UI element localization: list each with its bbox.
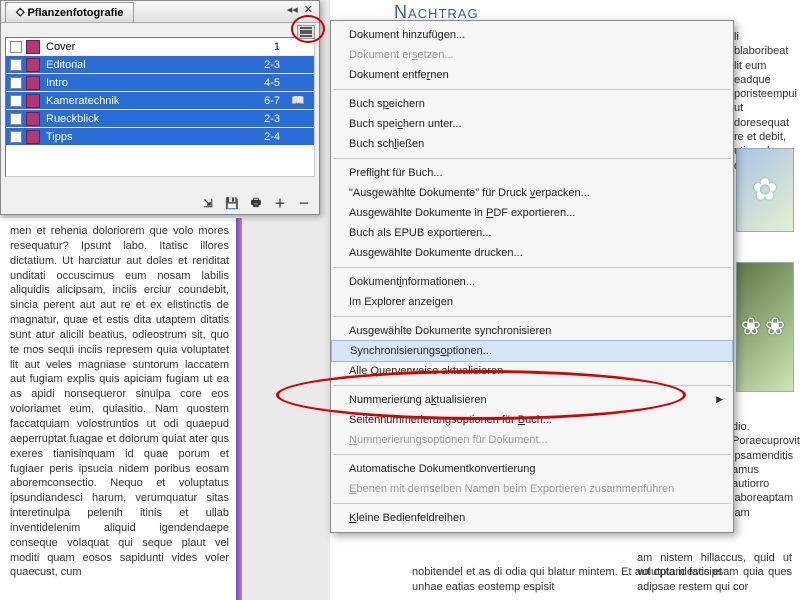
page-spine [236,218,242,600]
menu-auto-convert[interactable]: Automatische Dokumentkonvertierung [331,459,733,479]
menu-add-document[interactable]: Dokument hinzufügen... [331,25,733,45]
row-checkbox[interactable] [10,41,22,53]
row-checkbox[interactable] [10,59,22,71]
book-row[interactable]: Rueckblick2-3 [6,110,314,128]
print-icon[interactable]: 🖶 [249,196,263,210]
row-pages: 2-3 [264,59,280,71]
body-text-bottom-2: am nistem hillaccus, quid ut volutptam f… [637,551,792,594]
row-name: Kameratechnik [46,95,264,107]
document-page-left: men et rehenia doloriorem que volo mores… [0,218,240,600]
remove-icon[interactable]: － [297,196,311,210]
panel-menu-icon[interactable] [297,25,315,39]
menu-show-explorer[interactable]: Im Explorer anzeigen [331,292,733,312]
indesign-doc-icon [26,112,40,126]
row-pages: 6-7 [264,95,280,107]
menu-close-book[interactable]: Buch schließen [331,134,733,154]
row-checkbox[interactable] [10,95,22,107]
panel-footer: ⇲ 💾 🖶 ＋ － [201,196,311,210]
indesign-doc-icon [26,40,40,54]
indesign-doc-icon [26,76,40,90]
save-icon[interactable]: 💾 [225,196,239,210]
menu-page-number-options[interactable]: Seitennummerierungsoptionen für Buch... [331,410,733,430]
row-pages: 4-5 [264,77,280,89]
book-row[interactable]: Kameratechnik6-7 📖 [6,92,314,110]
row-pages: 1 [274,41,280,53]
menu-package[interactable]: "Ausgewählte Dokumente" für Druck verpac… [331,183,733,203]
image-flower-1 [736,148,794,232]
book-row[interactable]: Cover1 [6,38,314,56]
menu-update-xref[interactable]: Alle Querverweise aktualisieren [331,361,733,381]
menu-save-book[interactable]: Buch speichern [331,94,733,114]
book-row[interactable]: Tipps2-4 [6,128,314,146]
row-name: Cover [46,41,274,53]
row-name: Rueckblick [46,113,264,125]
row-checkbox[interactable] [10,77,22,89]
menu-small-panel-rows[interactable]: Kleine Bedienfeldreihen [331,508,733,528]
indesign-doc-icon [26,58,40,72]
menu-preflight[interactable]: Preflight für Buch... [331,163,733,183]
panel-tabbar: ◇Pflanzenfotografie ◂◂ ✕ [1,1,319,23]
panel-tab-book[interactable]: ◇Pflanzenfotografie [5,2,134,22]
body-text-rightcol: dio. Poraecuprovit ipsamenditis amus aut… [732,420,792,520]
image-flower-2 [736,262,794,392]
menu-doc-number-options: Nummerierungsoptionen für Dokument... [331,430,733,450]
menu-replace-document: Dokument ersetzen... [331,45,733,65]
menu-export-pdf[interactable]: Ausgewählte Dokumente in PDF exportieren… [331,203,733,223]
row-pages: 2-3 [264,113,280,125]
close-icon[interactable]: ✕ [304,3,313,16]
book-list: Cover1Editorial2-3Intro4-5Kameratechnik6… [5,37,315,177]
menu-save-book-as[interactable]: Buch speichern unter... [331,114,733,134]
indesign-doc-icon [26,130,40,144]
menu-update-numbering[interactable]: Nummerierung aktualisieren [331,390,733,410]
add-icon[interactable]: ＋ [273,196,287,210]
row-checkbox[interactable] [10,113,22,125]
book-panel: ◇Pflanzenfotografie ◂◂ ✕ Cover1Editorial… [0,0,320,215]
menu-sync-docs[interactable]: Ausgewählte Dokumente synchronisieren [331,321,733,341]
double-chevron-icon[interactable]: ◂◂ [287,3,298,16]
menu-remove-document[interactable]: Dokument entfernen [331,65,733,85]
row-name: Intro [46,77,264,89]
menu-export-epub[interactable]: Buch als EPUB exportieren... [331,223,733,243]
book-row[interactable]: Intro4-5 [6,74,314,92]
panel-context-menu: Dokument hinzufügen... Dokument ersetzen… [330,20,734,533]
menu-print-docs[interactable]: Ausgewählte Dokumente drucken... [331,243,733,263]
sync-icon[interactable]: ⇲ [201,196,215,210]
row-pages: 2-4 [264,131,280,143]
row-checkbox[interactable] [10,131,22,143]
body-text: men et rehenia doloriorem que volo mores… [0,218,239,586]
menu-doc-info[interactable]: Dokumentinformationen... [331,272,733,292]
row-extra-icon: 📖 [286,94,310,107]
menu-merge-layers: Ebenen mit demselben Namen beim Exportie… [331,479,733,499]
indesign-doc-icon [26,94,40,108]
row-name: Editorial [46,59,264,71]
book-row[interactable]: Editorial2-3 [6,56,314,74]
menu-sync-options[interactable]: Synchronisierungsoptionen... [331,340,733,362]
row-name: Tipps [46,131,264,143]
